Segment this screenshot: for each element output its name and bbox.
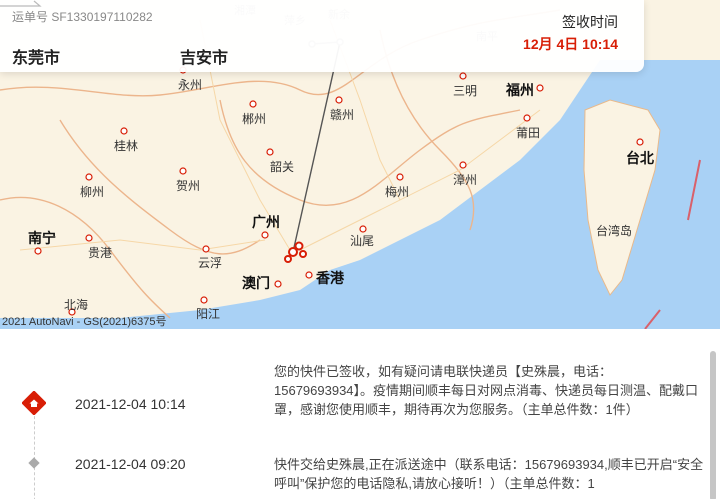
sign-time-value: 12月 4日 10:14 [523,36,618,52]
event-description: 您的快件已签收，如有疑问请电联快递员【史殊晨，电话：15679693934】。疫… [274,364,699,417]
map-label-shanwei: 汕尾 [350,234,375,248]
map-label-yangjiang: 阳江 [196,307,221,321]
event-time: 2021-12-04 10:14 [75,396,186,412]
map-label-yunfu: 云浮 [198,256,223,270]
home-icon [22,391,46,415]
map-label-guilin: 桂林 [114,139,139,153]
event-description: 快件交给史殊晨,正在派送途中（联系电话：15679693934,顺丰已开启“安全… [274,457,704,491]
map-label-hezhou: 贺州 [176,179,201,193]
event-time: 2021-12-04 09:20 [75,456,186,472]
route-map[interactable]: 永州 郴州 赣州 三明 福州 莆田 桂林 韶关 贺州 梅州 漳州 台北 柳州 广… [0,0,720,329]
route-arrow-icon [0,0,42,7]
waybill-number: 运单号 SF1330197110282 [12,10,153,24]
map-label-nanning: 南宁 [28,230,56,246]
timeline-connector [34,411,35,499]
map-label-ganzhou: 赣州 [330,108,355,122]
map-label-meizhou: 梅州 [385,185,410,199]
tracking-timeline[interactable]: 2021-12-04 10:14 您的快件已签收，如有疑问请电联快递员【史殊晨，… [0,329,720,499]
dot-icon [28,457,40,469]
map-copyright: 2021 AutoNavi - GS(2021)6375号 [2,316,167,328]
map-label-beihai: 北海 [64,298,89,312]
shipment-summary-card: 运单号 SF1330197110282 东莞市 吉安市 签收时间 12月 4日 … [0,0,644,72]
timeline-scrollbar[interactable] [710,351,716,499]
map-label-chenzhou: 郴州 [242,112,267,126]
map-label-guigang: 贵港 [88,246,113,260]
map-label-sanming: 三明 [453,84,478,98]
map-label-zhangzhou: 漳州 [453,173,478,187]
map-label-putian: 莆田 [516,126,541,140]
map-label-macau: 澳门 [242,275,270,291]
destination-city: 吉安市 [180,50,229,67]
map-label-guangzhou: 广州 [252,214,280,230]
map-label-yongzhou: 永州 [178,78,203,92]
map-label-fuzhou: 福州 [506,82,534,98]
map-label-shaoguan: 韶关 [270,160,295,174]
map-label-taipei: 台北 [626,150,654,166]
map-label-hongkong: 香港 [316,270,344,286]
sign-time-label: 签收时间 [562,14,618,30]
map-label-liuzhou: 柳州 [80,185,105,199]
map-label-taiwan: 台湾岛 [596,224,633,238]
origin-city: 东莞市 [12,50,61,67]
